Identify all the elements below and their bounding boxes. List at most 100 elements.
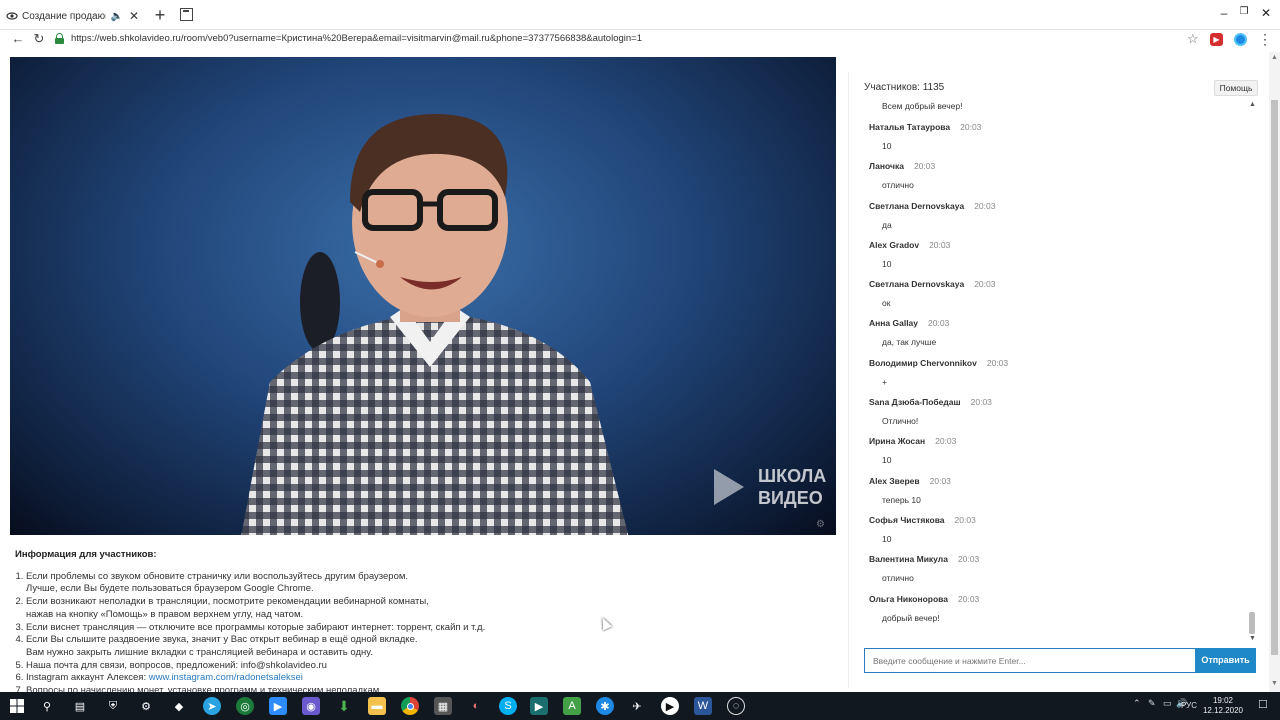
- shield-icon[interactable]: ⛨: [104, 697, 122, 715]
- chat-message-header: Володимир Chervonnikov 20:03: [869, 357, 1254, 376]
- chat-author[interactable]: Светлана Dernovskaya: [869, 201, 964, 211]
- chat-author[interactable]: Ирина Жосан: [869, 436, 925, 446]
- scroll-down-icon[interactable]: ▼: [1249, 635, 1256, 642]
- satellite-icon[interactable]: ✈: [628, 697, 646, 715]
- play-circle-icon[interactable]: ▶: [661, 697, 679, 715]
- chat-time: 20:03: [913, 161, 936, 172]
- close-window-icon[interactable]: ✕: [1256, 6, 1276, 20]
- clock-time: 19:02: [1212, 696, 1234, 705]
- chat-scroll-thumb[interactable]: [1249, 612, 1255, 634]
- chat-author[interactable]: Валентина Микула: [869, 554, 948, 564]
- chat-author[interactable]: Alex Gradov: [869, 240, 919, 250]
- extension-blue-icon[interactable]: [1234, 33, 1247, 46]
- calculator-icon[interactable]: ▦: [434, 697, 452, 715]
- network-icon[interactable]: ▭: [1163, 698, 1172, 709]
- extension-red-icon[interactable]: ▶: [1210, 33, 1223, 46]
- info-item: Instagram аккаунт Алексея: www.instagram…: [26, 672, 835, 685]
- presenter-image: [241, 113, 629, 535]
- chat-author[interactable]: Софья Чистякова: [869, 515, 945, 525]
- chrome-icon[interactable]: [401, 697, 419, 715]
- play-logo-icon: [714, 469, 744, 505]
- chat-author[interactable]: Alex Зверев: [869, 476, 920, 486]
- page-scroll-thumb[interactable]: [1271, 100, 1278, 655]
- media-player-icon[interactable]: ◐: [467, 697, 485, 715]
- chat-time: 20:03: [986, 357, 1009, 368]
- page-scroll-down-icon[interactable]: ▼: [1271, 680, 1278, 687]
- video-settings-icon[interactable]: ⚙: [816, 519, 825, 530]
- windows-taskbar: ⚲ ▤ ⛨ ⚙ ◆ ➤ ◎ ▶ ◉ ⬇ ▬ ▦ ◐ S ▶ A ✱ ✈ ▶ W …: [0, 692, 1280, 720]
- address-bar[interactable]: https://web.shkolavideo.ru/room/veb0?use…: [71, 33, 642, 44]
- scroll-up-icon[interactable]: ▲: [1249, 101, 1256, 108]
- chat-time: 20:03: [958, 593, 980, 604]
- chat-message-header: Ирина Жосан 20:03: [869, 435, 1254, 454]
- pocket-icon[interactable]: ◉: [302, 697, 320, 715]
- video-player[interactable]: ШКОЛА ВИДЕО ⚙: [10, 57, 836, 535]
- chat-author[interactable]: Светлана Dernovskaya: [869, 279, 964, 289]
- network-app-icon[interactable]: ✱: [596, 697, 614, 715]
- info-line: Если возникают неполадки в трансляции, п…: [26, 596, 429, 608]
- page-scrollbar[interactable]: ▲ ▼: [1269, 52, 1280, 693]
- a-app-icon[interactable]: A: [563, 697, 581, 715]
- info-item: Если проблемы со звуком обновите странич…: [26, 571, 835, 596]
- skype-icon[interactable]: S: [499, 697, 517, 715]
- globe-app-icon[interactable]: ◎: [236, 697, 254, 715]
- speaker-icon[interactable]: 🔈: [110, 11, 122, 22]
- download-arrow-icon[interactable]: ⬇: [335, 697, 353, 715]
- clock-date: 12.12.2020: [1202, 706, 1244, 715]
- chat-message-header: Alex Gradov 20:03: [869, 239, 1254, 258]
- windows-start-icon[interactable]: [8, 697, 26, 715]
- chat-author[interactable]: Sana Дзюба-Победаш: [869, 397, 961, 407]
- tray-app-icon[interactable]: ✎: [1148, 698, 1156, 709]
- telegram-icon[interactable]: ➤: [203, 697, 221, 715]
- back-icon[interactable]: ←: [10, 30, 26, 48]
- chat-author[interactable]: Анна Gallay: [869, 318, 918, 328]
- chat-input-wrapper: [864, 648, 1196, 673]
- reload-icon[interactable]: ↻: [31, 30, 47, 48]
- new-tab-button[interactable]: +: [152, 5, 168, 25]
- file-explorer-icon[interactable]: ▬: [368, 697, 386, 715]
- instagram-link[interactable]: www.instagram.com/radonetsaleksei: [149, 672, 303, 683]
- chat-author[interactable]: Ланочка: [869, 161, 904, 171]
- browser-tab[interactable]: Создание продающих в 🔈 ✕: [0, 2, 145, 30]
- settings-gear-icon[interactable]: ⚙: [137, 697, 155, 715]
- chat-message: Ланочка 20:03 отлично: [869, 160, 1254, 199]
- help-button[interactable]: Помощь: [1214, 80, 1258, 96]
- system-clock[interactable]: 19:02 12.12.2020: [1198, 696, 1248, 716]
- chat-message-header: Sana Дзюба-Победаш 20:03: [869, 396, 1254, 415]
- chat-message-text: ок: [882, 298, 891, 309]
- notifications-icon[interactable]: ☐: [1258, 698, 1268, 711]
- chat-time: 20:03: [970, 397, 992, 408]
- browser-menu-icon[interactable]: ⋮: [1258, 31, 1272, 48]
- search-icon[interactable]: ⚲: [38, 697, 56, 715]
- obs-icon[interactable]: ◌: [727, 697, 745, 715]
- language-indicator[interactable]: РУС: [1181, 701, 1197, 710]
- info-heading: Информация для участников:: [15, 549, 157, 560]
- chat-message: Alex Gradov 20:03 10: [869, 239, 1254, 278]
- close-tab-icon[interactable]: ✕: [129, 9, 139, 23]
- chat-scrollbar[interactable]: ▲ ▼: [1249, 101, 1256, 647]
- chat-message-text: 10: [882, 533, 892, 544]
- send-button[interactable]: Отправить: [1195, 648, 1256, 673]
- minimize-icon[interactable]: –: [1214, 6, 1234, 20]
- bookmark-star-icon[interactable]: ☆: [1187, 31, 1199, 47]
- info-item: Если виснет трансляция — отключите все п…: [26, 622, 835, 635]
- word-icon[interactable]: W: [694, 697, 712, 715]
- tab-overview-icon[interactable]: [180, 8, 193, 21]
- info-line: Если Вы слышите раздвоение звука, значит…: [26, 634, 418, 646]
- chat-author[interactable]: Ольга Никонорова: [869, 594, 948, 604]
- video-editor-icon[interactable]: ▶: [530, 697, 548, 715]
- chat-message-header: Alex Зверев 20:03: [869, 475, 1254, 494]
- chat-message-text: 10: [882, 455, 892, 466]
- tank-game-icon[interactable]: ◆: [170, 697, 188, 715]
- chat-author[interactable]: Володимир Chervonnikov: [869, 358, 977, 368]
- zoom-icon[interactable]: ▶: [269, 697, 287, 715]
- chat-message-text: Отлично!: [882, 416, 919, 427]
- tray-expand-icon[interactable]: ⌃: [1133, 698, 1141, 709]
- task-view-icon[interactable]: ▤: [71, 697, 89, 715]
- info-item: Если возникают неполадки в трансляции, п…: [26, 596, 835, 621]
- page-scroll-up-icon[interactable]: ▲: [1271, 54, 1278, 61]
- lock-icon[interactable]: [55, 33, 64, 44]
- restore-icon[interactable]: ❐: [1234, 6, 1254, 17]
- chat-author[interactable]: Наталья Татаурова: [869, 122, 950, 132]
- chat-message-input[interactable]: [865, 649, 1195, 672]
